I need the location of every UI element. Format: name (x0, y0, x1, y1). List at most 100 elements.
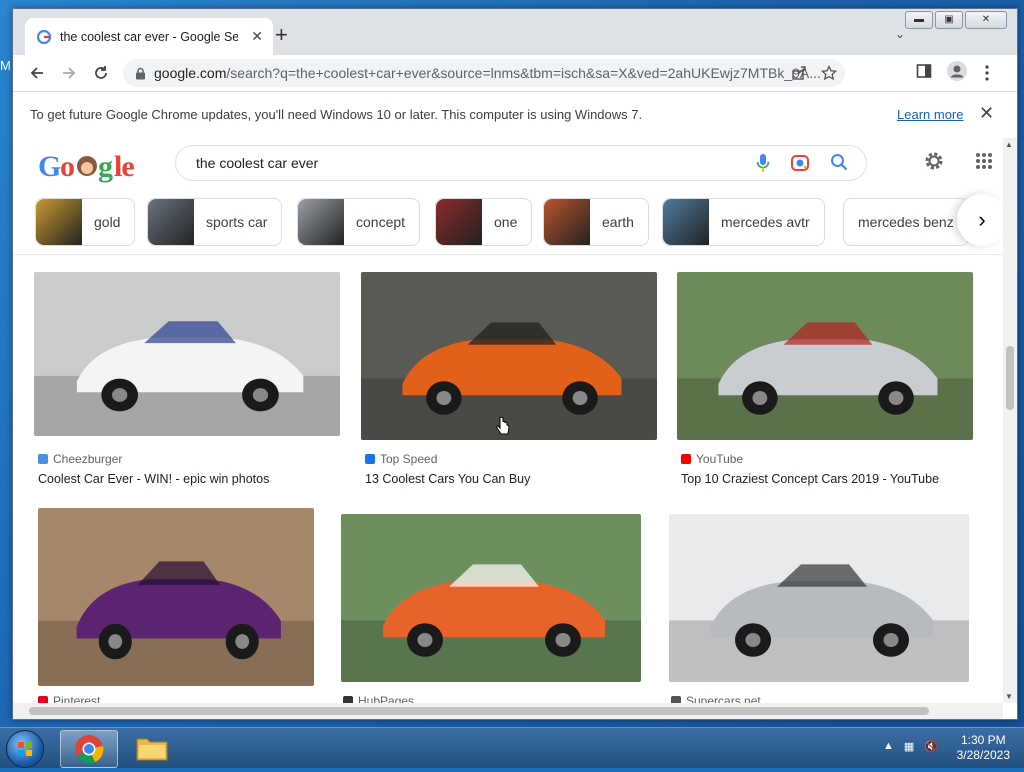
taskbar-chrome[interactable] (60, 730, 118, 768)
windows-logo-icon (18, 742, 32, 756)
svg-text:le: le (114, 150, 134, 183)
google-doodle-logo[interactable]: G o g le (38, 148, 135, 192)
chip-mercedes-avtr[interactable]: mercedes avtr (662, 198, 825, 246)
reload-icon[interactable] (91, 63, 111, 83)
result-title[interactable]: Top 10 Craziest Concept Cars 2019 - YouT… (681, 472, 939, 486)
svg-text:G: G (38, 150, 61, 183)
search-magnifier-icon[interactable] (830, 153, 848, 178)
new-tab-button[interactable]: + (275, 23, 288, 47)
chip-concept[interactable]: concept (297, 198, 421, 246)
url-host: google.com (154, 65, 227, 81)
chip-earth[interactable]: earth (543, 198, 649, 246)
tab-search-chevron-icon[interactable]: ⌄ (895, 27, 905, 41)
vertical-scroll-thumb[interactable] (1006, 346, 1014, 410)
result-source[interactable]: HubPages (343, 694, 414, 703)
result-source[interactable]: Supercars.net (671, 694, 761, 703)
learn-more-link[interactable]: Learn more (897, 107, 963, 122)
result-image[interactable] (341, 514, 641, 682)
source-name: HubPages (358, 694, 415, 703)
chip-label: earth (602, 214, 634, 230)
svg-text:o: o (60, 150, 74, 183)
image-results-grid: Cheezburger Coolest Car Ever - WIN! - ep… (13, 256, 1003, 703)
chrome-window: the coolest car ever - Google Search ✕ +… (12, 8, 1018, 720)
profile-avatar-icon[interactable] (947, 61, 967, 81)
clock[interactable]: 1:30 PM 3/28/2023 (957, 733, 1010, 763)
chip-mercedes-benz[interactable]: mercedes benz (843, 198, 969, 246)
voice-search-mic-icon[interactable] (756, 153, 770, 178)
google-apps-grid-icon[interactable] (975, 152, 993, 175)
back-arrow-icon[interactable] (27, 63, 47, 83)
share-icon[interactable] (791, 65, 807, 86)
chip-sports-car[interactable]: sports car (147, 198, 283, 246)
show-hidden-icons-arrow-icon[interactable]: ▲ (883, 740, 894, 753)
start-button[interactable] (6, 730, 44, 768)
result-image[interactable] (677, 272, 973, 440)
scroll-down-arrow-icon[interactable]: ▼ (1005, 692, 1013, 701)
infobar-close-icon[interactable]: ✕ (979, 103, 994, 124)
tab-google-search[interactable]: the coolest car ever - Google Search ✕ (25, 18, 273, 55)
chip-label: gold (94, 214, 121, 230)
source-name: Supercars.net (686, 694, 761, 703)
lens-camera-icon[interactable] (790, 153, 810, 178)
scroll-up-arrow-icon[interactable]: ▲ (1005, 140, 1013, 149)
google-favicon-icon (37, 29, 51, 44)
url-path: /search?q=the+coolest+car+ever&source=ln… (226, 65, 821, 81)
minimize-button[interactable]: ▬ (905, 11, 933, 29)
network-icon[interactable]: ▦ (904, 740, 914, 753)
clock-time: 1:30 PM (960, 733, 1006, 747)
side-panel-icon[interactable] (916, 63, 932, 79)
bookmark-star-icon[interactable] (820, 64, 838, 86)
result-source[interactable]: Top Speed (365, 452, 437, 466)
result-image[interactable] (34, 272, 340, 436)
close-window-button[interactable]: ✕ (965, 11, 1007, 29)
chip-thumbnail (663, 199, 709, 245)
source-name: Pinterest (53, 694, 101, 703)
chrome-menu-icon[interactable] (985, 65, 989, 81)
browser-toolbar: google.com/search?q=the+coolest+car+ever… (13, 55, 1017, 91)
chip-label: one (494, 214, 518, 230)
chip-thumbnail (36, 199, 82, 245)
chip-gold[interactable]: gold (35, 198, 136, 246)
clock-date: 3/28/2023 (956, 748, 1010, 762)
result-source[interactable]: Cheezburger (38, 452, 122, 466)
chip-thumbnail (148, 199, 194, 245)
infobar-message: To get future Google Chrome updates, you… (30, 107, 643, 122)
horizontal-scroll-thumb[interactable] (29, 707, 929, 715)
desktop-edge-text: M (0, 58, 11, 73)
source-favicon-icon (365, 454, 375, 464)
chips-next-chevron-icon[interactable]: › (957, 194, 1007, 246)
result-image[interactable] (38, 508, 314, 686)
horizontal-scrollbar[interactable] (13, 703, 1003, 719)
chip-one[interactable]: one (435, 198, 533, 246)
chip-thumbnail (436, 199, 482, 245)
chip-thumbnail (298, 199, 344, 245)
tab-close-icon[interactable]: ✕ (251, 28, 263, 45)
result-source[interactable]: YouTube (681, 452, 743, 466)
tab-title: the coolest car ever - Google Search (60, 29, 238, 44)
hand-cursor-icon (496, 416, 510, 435)
chip-thumbnail (544, 199, 590, 245)
maximize-button[interactable]: ▣ (935, 11, 963, 29)
address-bar[interactable]: google.com/search?q=the+coolest+car+ever… (123, 59, 845, 87)
result-title[interactable]: Coolest Car Ever - WIN! - epic win photo… (38, 472, 269, 486)
result-image[interactable] (361, 272, 657, 440)
source-name: Top Speed (380, 452, 438, 466)
source-favicon-icon (38, 696, 48, 703)
taskbar-file-explorer[interactable] (124, 730, 180, 766)
vertical-scrollbar[interactable]: ▲ ▼ (1003, 138, 1017, 703)
result-image[interactable] (669, 514, 969, 682)
settings-gear-icon[interactable] (923, 150, 945, 177)
search-input[interactable]: the coolest car ever (196, 155, 318, 171)
result-source[interactable]: Pinterest (38, 694, 100, 703)
system-tray-icons: ▲ ▦ 🔇 (883, 740, 938, 753)
lock-icon[interactable] (135, 67, 146, 80)
windows-taskbar: ▲ ▦ 🔇 1:30 PM 3/28/2023 (0, 727, 1024, 768)
source-name: Cheezburger (53, 452, 123, 466)
omnibox-icons (791, 64, 838, 86)
result-title[interactable]: 13 Coolest Cars You Can Buy (365, 472, 530, 486)
search-box[interactable]: the coolest car ever (175, 145, 867, 181)
svg-text:g: g (98, 150, 113, 183)
chip-label: concept (356, 214, 406, 230)
volume-muted-icon[interactable]: 🔇 (924, 740, 938, 753)
forward-arrow-icon[interactable] (59, 63, 79, 83)
